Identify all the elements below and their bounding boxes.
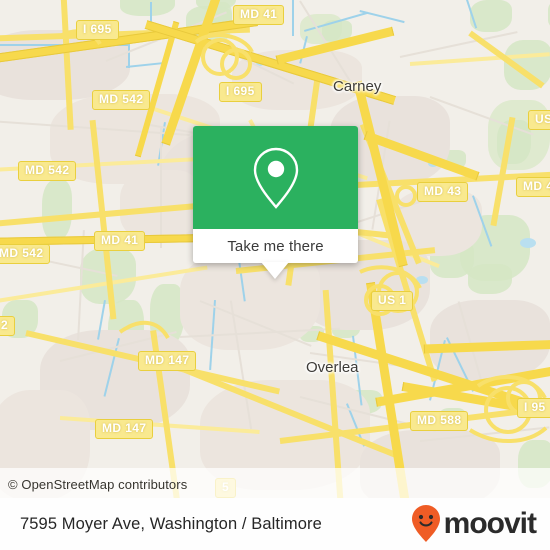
map-screen: Carney Overlea I 695 MD 41 MD 542 I 695 …	[0, 0, 550, 550]
landuse-green	[120, 0, 175, 16]
moovit-logo[interactable]: moovit	[410, 504, 537, 544]
osm-attribution[interactable]: © OpenStreetMap contributors	[8, 477, 187, 492]
stream	[292, 0, 294, 36]
shield-md-41: MD 41	[233, 5, 285, 25]
water-body	[416, 276, 428, 284]
shield-md-43: MD 43	[417, 182, 469, 202]
shield-md-588: MD 588	[410, 411, 469, 431]
shield-md-542: MD 542	[0, 244, 51, 264]
landuse-green	[468, 264, 512, 294]
take-me-there-label: Take me there	[227, 237, 324, 255]
callout-image-area	[193, 126, 358, 229]
shield-i-95: I 95	[517, 398, 550, 418]
stream	[359, 10, 405, 24]
shield-md-542: MD 542	[18, 161, 77, 181]
callout-action-bar[interactable]: Take me there	[193, 229, 358, 263]
shield-md-542: MD 542	[92, 90, 151, 110]
location-pin-icon	[253, 147, 298, 209]
footer-bar: 7595 Moyer Ave, Washington / Baltimore m…	[0, 498, 550, 550]
stream	[128, 44, 130, 68]
moovit-wordmark: moovit	[443, 507, 537, 540]
water-body	[520, 238, 536, 248]
shield-us-1: US 1	[371, 291, 414, 311]
moovit-smiley-pin-icon	[411, 505, 440, 542]
shield-us-1: US 1	[528, 110, 550, 130]
road-minor	[160, 128, 162, 248]
callout-pointer	[261, 262, 289, 279]
shield-i-695: I 695	[76, 20, 119, 40]
shield-md-41: MD 41	[94, 231, 146, 251]
shield-i-695: I 695	[219, 82, 262, 102]
location-callout-card[interactable]: Take me there	[193, 126, 358, 279]
shield-md-147: MD 147	[95, 419, 154, 439]
shield-route-2: 2	[0, 316, 16, 336]
shield-md-43: MD 43	[516, 177, 550, 197]
landuse-green	[42, 180, 72, 240]
shield-md-147: MD 147	[138, 351, 197, 371]
place-label-carney: Carney	[333, 78, 382, 95]
address-label: 7595 Moyer Ave, Washington / Baltimore	[20, 514, 322, 533]
place-label-overlea: Overlea	[306, 359, 359, 376]
